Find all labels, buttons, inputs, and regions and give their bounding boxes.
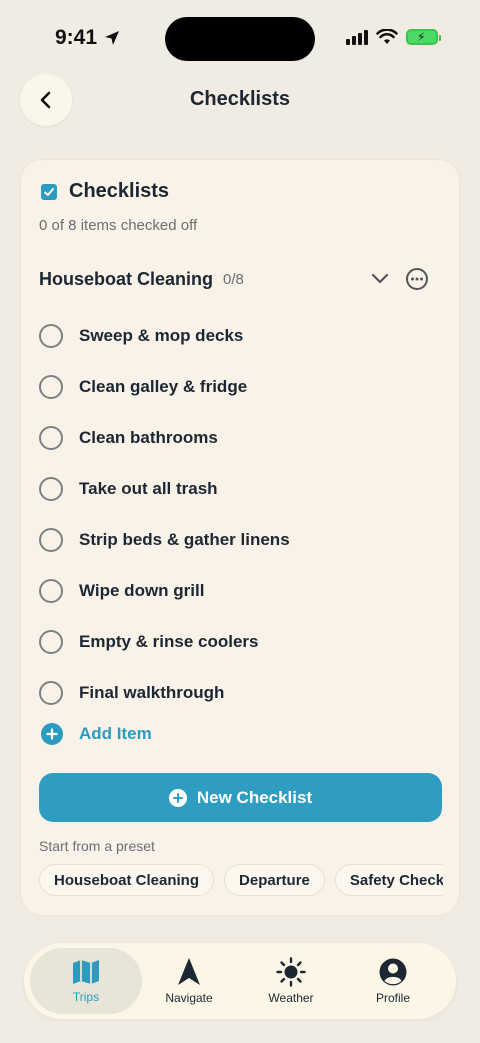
status-time: 9:41: [55, 26, 121, 50]
tab-bar: Trips Navigate Weather Profile: [24, 943, 456, 1019]
add-item-button[interactable]: Add Item: [41, 723, 152, 745]
add-item-label: Add Item: [79, 724, 152, 743]
checklist-item[interactable]: Take out all trash: [39, 463, 439, 514]
checklist-item-label: Wipe down grill: [79, 580, 205, 600]
checklist-item[interactable]: Strip beds & gather linens: [39, 514, 439, 565]
unchecked-circle-icon[interactable]: [39, 578, 63, 603]
location-arrow-icon: [105, 31, 120, 45]
preset-chip-departure[interactable]: Departure: [224, 864, 325, 896]
checklist-item[interactable]: Final walkthrough: [39, 667, 439, 718]
tab-label: Trips: [72, 990, 100, 1004]
tab-label: Navigate: [165, 991, 213, 1005]
tab-trips[interactable]: Trips: [30, 948, 142, 1014]
preset-section-label: Start from a preset: [39, 838, 155, 854]
card-title: Checklists: [69, 180, 170, 202]
checklist-item-label: Clean bathrooms: [79, 427, 218, 447]
cellular-signal-icon: [346, 29, 368, 45]
sun-icon: [276, 957, 306, 987]
tab-profile[interactable]: Profile: [337, 948, 449, 1014]
wifi-icon: [376, 29, 398, 44]
tab-weather[interactable]: Weather: [235, 948, 347, 1014]
chevron-down-icon: [371, 273, 389, 284]
checkbox-checked-icon: [41, 183, 57, 200]
unchecked-circle-icon[interactable]: [39, 323, 63, 348]
navigation-arrow-icon: [178, 958, 200, 985]
new-checklist-button[interactable]: New Checklist: [39, 773, 442, 822]
checklist-item-label: Sweep & mop decks: [79, 325, 244, 345]
battery-charging-icon: ⚡: [406, 29, 441, 45]
unchecked-circle-icon[interactable]: [39, 527, 63, 552]
checklist-items: Sweep & mop decks Clean galley & fridge …: [39, 310, 439, 718]
checklist-item[interactable]: Clean galley & fridge: [39, 361, 439, 412]
progress-summary: 0 of 8 items checked off: [39, 217, 198, 234]
preset-chip-row[interactable]: Houseboat Cleaning Departure Safety Chec…: [39, 864, 443, 898]
dynamic-island: [165, 17, 315, 61]
tab-label: Weather: [268, 991, 314, 1005]
unchecked-circle-icon[interactable]: [39, 680, 63, 705]
plus-circle-icon: [168, 788, 187, 807]
page-title: Checklists: [189, 88, 291, 110]
unchecked-circle-icon[interactable]: [39, 374, 63, 399]
status-time-label: 9:41: [55, 26, 98, 49]
checklist-item-label: Strip beds & gather linens: [79, 529, 290, 549]
plus-circle-icon: [41, 723, 63, 745]
unchecked-circle-icon[interactable]: [39, 629, 63, 654]
more-options-button[interactable]: [405, 267, 429, 291]
checklist-item-label: Clean galley & fridge: [79, 376, 248, 396]
checklist-group-header: Houseboat Cleaning 0/8: [39, 264, 439, 294]
status-bar: 9:41 ⚡: [0, 0, 480, 74]
checklist-group-title: Houseboat Cleaning: [39, 268, 214, 289]
preset-chip-houseboat-cleaning[interactable]: Houseboat Cleaning: [39, 864, 215, 896]
checklist-item[interactable]: Sweep & mop decks: [39, 310, 439, 361]
checklist-group-count: 0/8: [223, 270, 244, 288]
tab-label: Profile: [375, 991, 410, 1005]
checklists-card: Checklists 0 of 8 items checked off Hous…: [20, 159, 460, 916]
map-icon: [73, 960, 99, 984]
person-icon: [379, 958, 407, 986]
checklist-item[interactable]: Wipe down grill: [39, 565, 439, 616]
preset-chip-safety-check[interactable]: Safety Check: [334, 864, 443, 896]
checklist-item-label: Take out all trash: [79, 478, 218, 498]
checklist-item-label: Empty & rinse coolers: [79, 631, 259, 651]
ellipsis-circle-icon: [406, 268, 428, 290]
checklist-item[interactable]: Empty & rinse coolers: [39, 616, 439, 667]
unchecked-circle-icon[interactable]: [39, 425, 63, 450]
tab-navigate[interactable]: Navigate: [133, 948, 245, 1014]
new-checklist-label: New Checklist: [196, 787, 313, 807]
collapse-group-button[interactable]: [369, 268, 391, 290]
checklist-item-label: Final walkthrough: [79, 682, 225, 702]
checklist-item[interactable]: Clean bathrooms: [39, 412, 439, 463]
unchecked-circle-icon[interactable]: [39, 476, 63, 501]
